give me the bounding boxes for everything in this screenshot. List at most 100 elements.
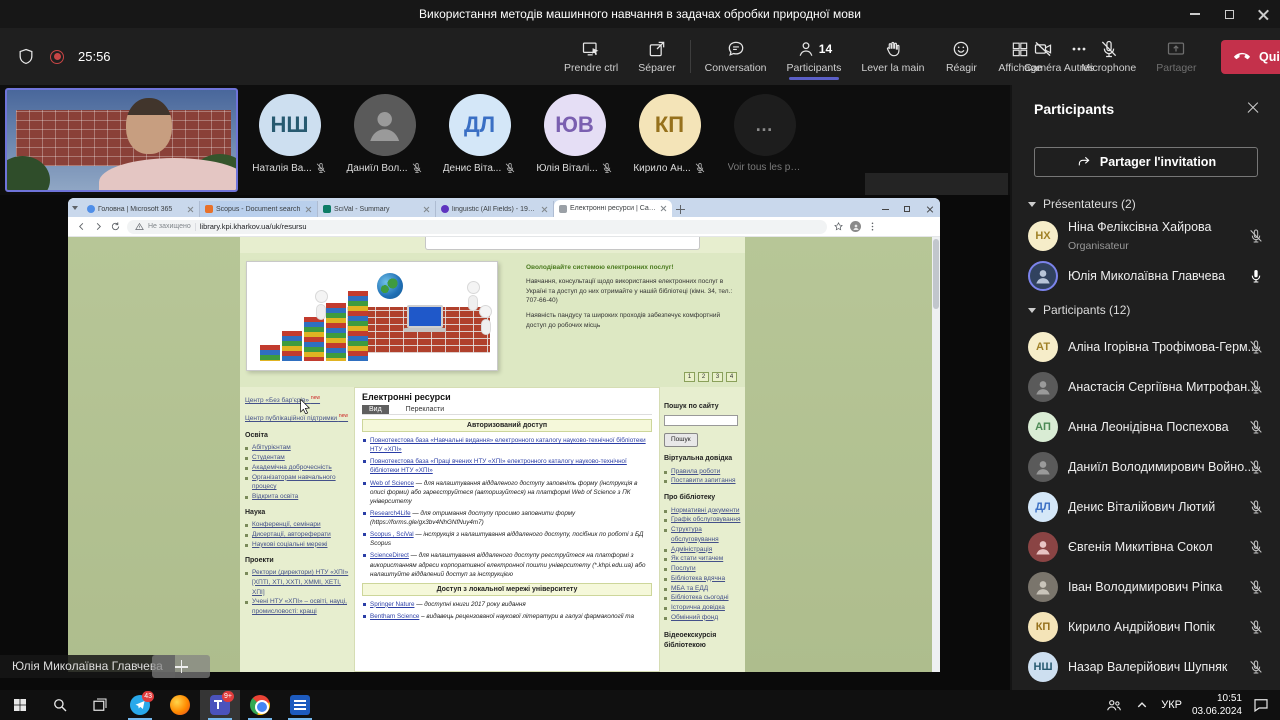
participant-row[interactable]: АТ Аліна Ігорівна Трофімова-Герм... [1028,328,1264,366]
resource-link[interactable]: Web of Science — для налаштування віддал… [362,479,652,506]
pagination-button[interactable]: 1 [684,372,695,382]
chat-button[interactable]: Conversation [697,28,775,85]
keyboard-language[interactable]: УКР [1161,699,1182,711]
nav-link[interactable]: Структура обслуговування [664,525,742,545]
nav-link[interactable]: Ректори (директори) НТУ «ХПІ» [ХПТІ, ХТІ… [245,568,351,597]
participant-tile[interactable]: НШ Наталія Ва... [242,85,337,195]
nav-link[interactable]: Послуги [664,564,742,574]
resource-link[interactable]: ScienceDirect — для налаштування віддале… [362,551,652,578]
panel-close-button[interactable] [1244,99,1262,117]
tab-close-icon[interactable] [660,205,667,212]
nav-link[interactable]: Дисертації, автореферати [245,530,351,540]
nav-link[interactable]: Абітурієнтам [245,443,351,453]
pin-share-button[interactable] [152,655,210,678]
nav-link[interactable]: Адміністрація [664,545,742,555]
participants-button[interactable]: 14 Participants [779,28,850,85]
nav-link[interactable]: Нормативні документи [664,506,742,516]
browser-menu-icon[interactable] [867,221,878,232]
tab-close-icon[interactable] [423,206,430,213]
pagination-button[interactable]: 4 [726,372,737,382]
back-icon[interactable] [76,221,87,232]
page-scrollbar[interactable] [932,237,940,672]
participant-tile[interactable]: ЮВ Юлія Віталі... [527,85,622,195]
participant-row[interactable]: Юлія Миколаївна Главчева [1028,257,1264,295]
nav-link[interactable]: Організаторам навчального процесу [245,473,351,493]
nav-link[interactable]: Наукові соціальні мережі [245,540,351,550]
browser-tab[interactable]: Головна | Microsoft 365 [82,201,200,217]
see-all-participants-tile[interactable]: … Voir tous les pa... [717,85,812,195]
react-button[interactable]: Réagir [936,28,986,85]
start-button[interactable] [0,690,40,720]
nav-link[interactable]: Правила роботи [664,467,742,477]
taskbar-telegram[interactable]: 43 [120,690,160,720]
tab-close-icon[interactable] [187,206,194,213]
nav-link[interactable]: Учені НТУ «ХПІ» – освіті, науці, промисл… [245,597,351,617]
site-search-button[interactable]: Пошук [664,433,698,447]
nav-link[interactable]: Поставити запитання [664,476,742,486]
leave-button[interactable]: Quitter [1221,40,1280,74]
participant-row[interactable]: КП Кирило Андрійович Попік [1028,608,1264,646]
nav-link[interactable]: Обмінний фонд [664,613,742,623]
browser-maximize-button[interactable] [896,201,918,217]
nav-link[interactable]: Як стати читачем [664,554,742,564]
nav-link[interactable]: Академічна доброчесність [245,463,351,473]
taskbar-teams[interactable]: 9+ [200,690,240,720]
resource-link[interactable]: Scopus , SciVal — інструкція з налаштува… [362,530,652,548]
browser-tab-active[interactable]: Електронні ресурси | Сайт бі... [554,200,672,217]
participant-row[interactable]: НШ Назар Валерійович Шупняк [1028,648,1264,686]
window-close-button[interactable] [1246,0,1280,28]
pop-out-button[interactable]: Séparer [630,28,683,85]
participant-tile[interactable]: ДЛ Денис Віта... [432,85,527,195]
nav-link[interactable]: МБА та ЕДД [664,584,742,594]
presenters-section-header[interactable]: Présentateurs (2) [1028,197,1136,211]
address-bar[interactable]: Не захищено library.kpi.kharkov.ua/uk/re… [127,220,827,234]
nav-link[interactable]: Конференції, семінари [245,520,351,530]
task-view-button[interactable] [80,690,120,720]
scrollbar-thumb[interactable] [933,239,939,309]
participant-row[interactable]: Євгенія Микитівна Сокол [1028,528,1264,566]
site-search-input[interactable] [664,415,738,426]
resource-link[interactable]: Springer Nature — доступні книги 2017 ро… [362,600,652,609]
resource-link[interactable]: Повнотекстова база «Навчальні видання» е… [362,436,652,454]
browser-tab[interactable]: Scopus - Document search [200,201,318,217]
take-control-button[interactable]: Prendre ctrl [556,28,626,85]
browser-minimize-button[interactable] [874,201,896,217]
camera-button[interactable]: Caméra [1016,39,1069,74]
taskbar-clock[interactable]: 10:51 03.06.2024 [1192,692,1242,718]
resource-link[interactable]: Bentham Science – видавець рецензованої … [362,612,652,621]
pagination-button[interactable]: 3 [712,372,723,382]
video-tour-link[interactable]: Відеоекскурсія бібліотекою [664,631,742,652]
share-invitation-button[interactable]: Partager l'invitation [1034,147,1258,177]
show-hidden-icons-chevron[interactable] [1133,696,1151,714]
resource-link[interactable]: Research4Life — для отримання доступу пр… [362,509,652,527]
participant-tile[interactable]: КП Кирило Ан... [622,85,717,195]
bookmark-star-icon[interactable] [833,221,844,232]
browser-close-button[interactable] [918,201,940,217]
nav-link[interactable]: Студентам [245,453,351,463]
participant-row[interactable]: АП Анна Леонідівна Поспехова [1028,408,1264,446]
view-tab[interactable]: Вид [362,405,389,414]
attendees-section-header[interactable]: Participants (12) [1028,303,1130,317]
people-icon[interactable] [1105,696,1123,714]
nav-link[interactable]: Бібліотека вдячна [664,574,742,584]
action-center-icon[interactable] [1252,696,1270,714]
participant-row[interactable]: ДЛ Денис Віталійович Лютий [1028,488,1264,526]
nav-link[interactable]: Бібліотека сьогодні [664,593,742,603]
self-video-tile[interactable] [5,88,238,192]
nav-link[interactable]: Відкрита освіта [245,492,351,502]
participant-row[interactable]: Анастасія Сергіївна Митрофан... [1028,368,1264,406]
taskbar-firefox[interactable] [160,690,200,720]
tab-close-icon[interactable] [305,206,312,213]
taskbar-word[interactable] [280,690,320,720]
resource-link[interactable]: Повнотекстова база «Праці вчених НТУ «ХП… [362,457,652,475]
taskbar-search-button[interactable] [40,690,80,720]
translate-tab[interactable]: Перекласти [399,405,451,414]
taskbar-chrome[interactable] [240,690,280,720]
nav-link[interactable]: Графік обслуговування [664,515,742,525]
participant-tile[interactable]: Даниїл Вол... [337,85,432,195]
window-minimize-button[interactable] [1178,0,1212,28]
tab-search-button[interactable] [68,198,82,217]
participant-row[interactable]: Даниїл Володимирович Войно... [1028,448,1264,486]
window-maximize-button[interactable] [1212,0,1246,28]
nav-link[interactable]: Центр публікаційної підтримки new [245,413,351,424]
